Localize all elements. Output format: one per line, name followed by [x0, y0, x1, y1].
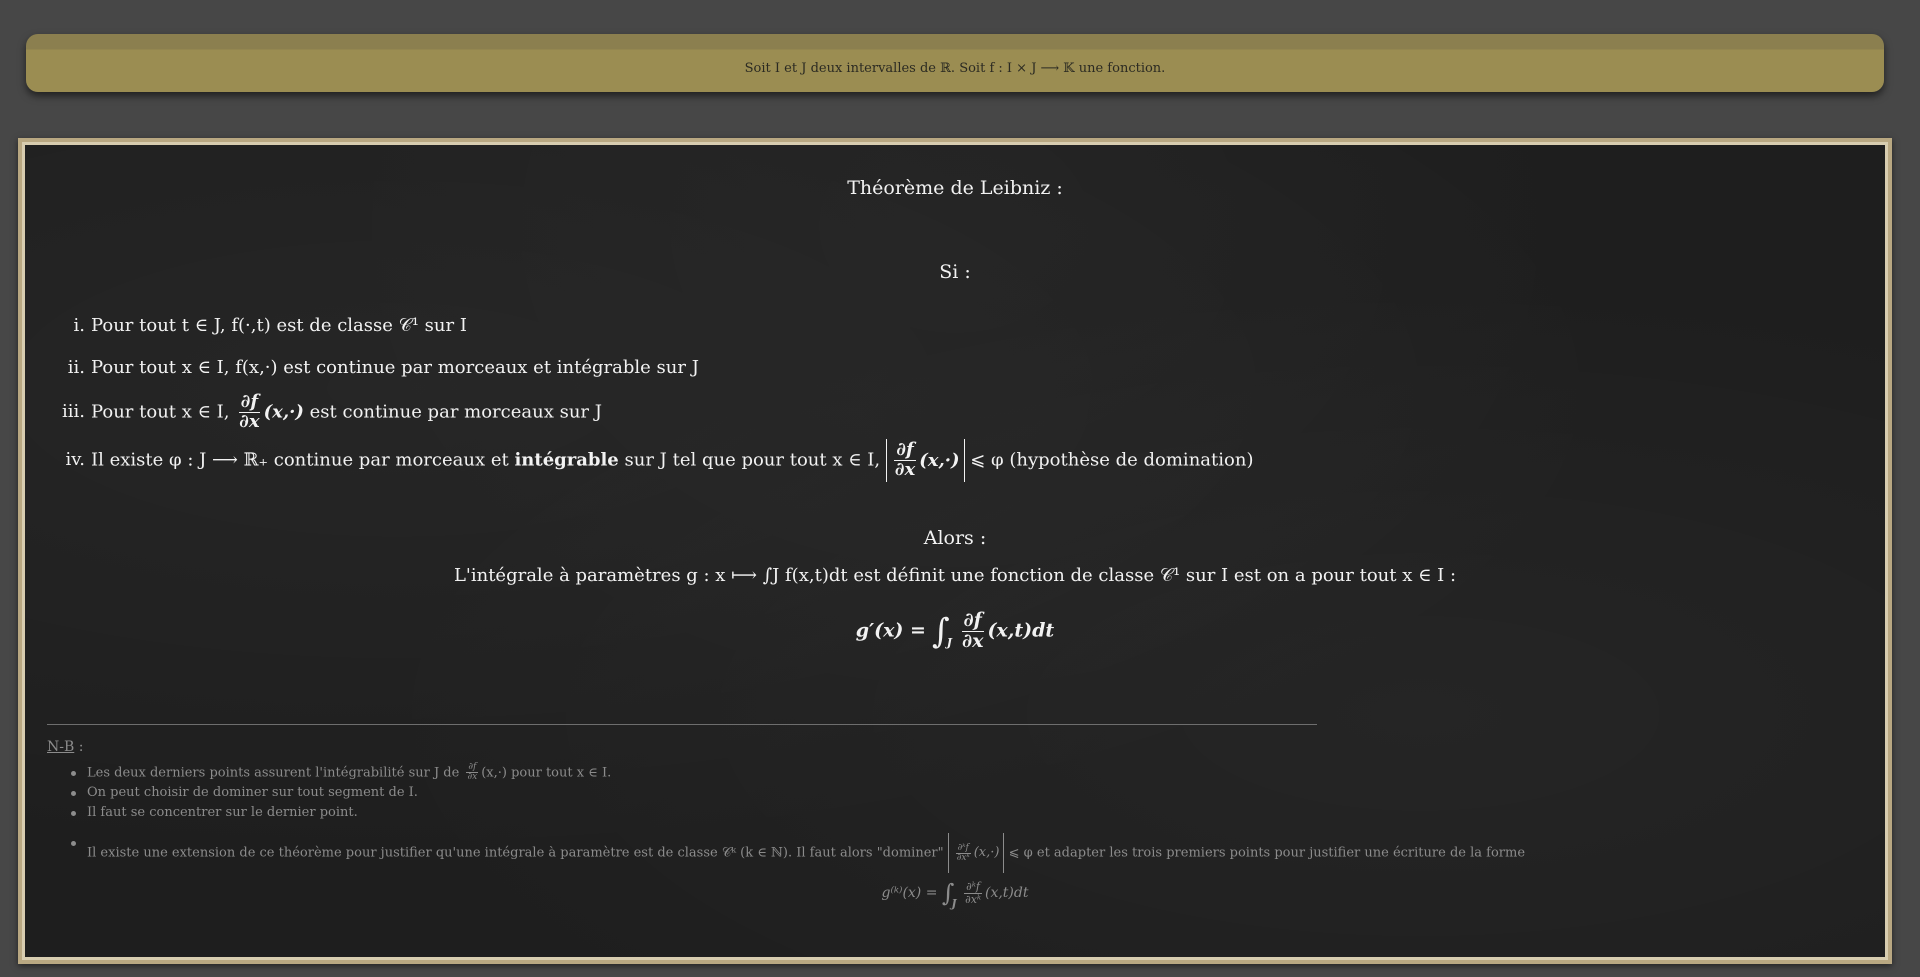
partial-derivative-fraction: ∂ᵏf ∂xᵏ: [955, 842, 971, 863]
hypothesis-3: iii. Pour tout x ∈ I, ∂f ∂x (x,·) est conti…: [25, 391, 602, 432]
absolute-value: ∂ᵏf ∂xᵏ (x,·): [947, 833, 1005, 874]
partial-derivative-fraction: ∂f ∂x: [466, 762, 479, 783]
page: Soit I et J deux intervalles de ℝ. Soit …: [0, 0, 1920, 977]
chalkboard-inner-frame: Théorème de Leibniz : Si : i. Pour tout t…: [22, 142, 1888, 960]
chalkboard: Théorème de Leibniz : Si : i. Pour tout t…: [25, 145, 1885, 957]
hypothesis-text: Pour tout t ∈ J, f(·,t) est de classe 𝒞¹…: [91, 315, 467, 336]
notes-list: Les deux derniers points assurent l'inté…: [25, 762, 1525, 874]
hypotheses-heading: Si :: [939, 261, 971, 283]
list-item: Les deux derniers points assurent l'inté…: [70, 762, 1525, 783]
hypothesis-number: iv.: [65, 449, 85, 471]
hypothesis-text: Pour tout x ∈ I, f(x,·) est continue par…: [91, 357, 699, 378]
context-banner: Soit I et J deux intervalles de ℝ. Soit …: [26, 34, 1884, 92]
partial-derivative-fraction: ∂ᵏf ∂xᵏ: [964, 879, 982, 906]
theorem-title: Théorème de Leibniz :: [847, 177, 1063, 199]
extension-formula: g⁽ᵏ⁾(x) = ∫J ∂ᵏf ∂xᵏ (x,t)dt: [881, 879, 1029, 910]
hypothesis-2: ii. Pour tout x ∈ I, f(x,·) est continue …: [25, 357, 699, 378]
leibniz-formula: g′(x) = ∫J ∂f ∂x (x,t)dt: [855, 609, 1055, 652]
context-text: Soit I et J deux intervalles de ℝ. Soit …: [744, 60, 1166, 76]
conclusion-heading: Alors :: [923, 527, 987, 549]
divider: [47, 724, 1317, 725]
partial-derivative-fraction: ∂f ∂x: [238, 391, 261, 432]
conclusion-text: L'intégrale à paramètres g : x ⟼ ∫J f(x,…: [453, 565, 1457, 586]
notes-label: N-B :: [47, 739, 84, 755]
emphasis-integrable: intégrable: [514, 449, 619, 471]
hypothesis-text: Pour tout x ∈ I,: [91, 401, 230, 423]
hypothesis-1: i. Pour tout t ∈ J, f(·,t) est de classe …: [25, 315, 467, 336]
chalkboard-frame: Théorème de Leibniz : Si : i. Pour tout t…: [18, 138, 1892, 964]
absolute-value: ∂f ∂x (x,·): [885, 439, 965, 482]
hypothesis-4: iv. Il existe φ : J ⟶ ℝ₊ continue par mor…: [25, 439, 1253, 482]
hypothesis-number: ii.: [67, 357, 85, 378]
hypothesis-number: iii.: [62, 401, 85, 423]
list-item: On peut choisir de dominer sur tout segm…: [70, 783, 1525, 803]
list-item: Il existe une extension de ce théorème p…: [70, 833, 1525, 874]
partial-derivative-fraction: ∂f ∂x: [894, 439, 916, 480]
partial-derivative-fraction: ∂f ∂x: [961, 609, 984, 652]
hypothesis-number: i.: [73, 315, 85, 336]
hypothesis-text: Il existe φ : J ⟶ ℝ₊ continue par morcea…: [91, 449, 509, 471]
list-item: Il faut se concentrer sur le dernier poi…: [70, 803, 1525, 823]
